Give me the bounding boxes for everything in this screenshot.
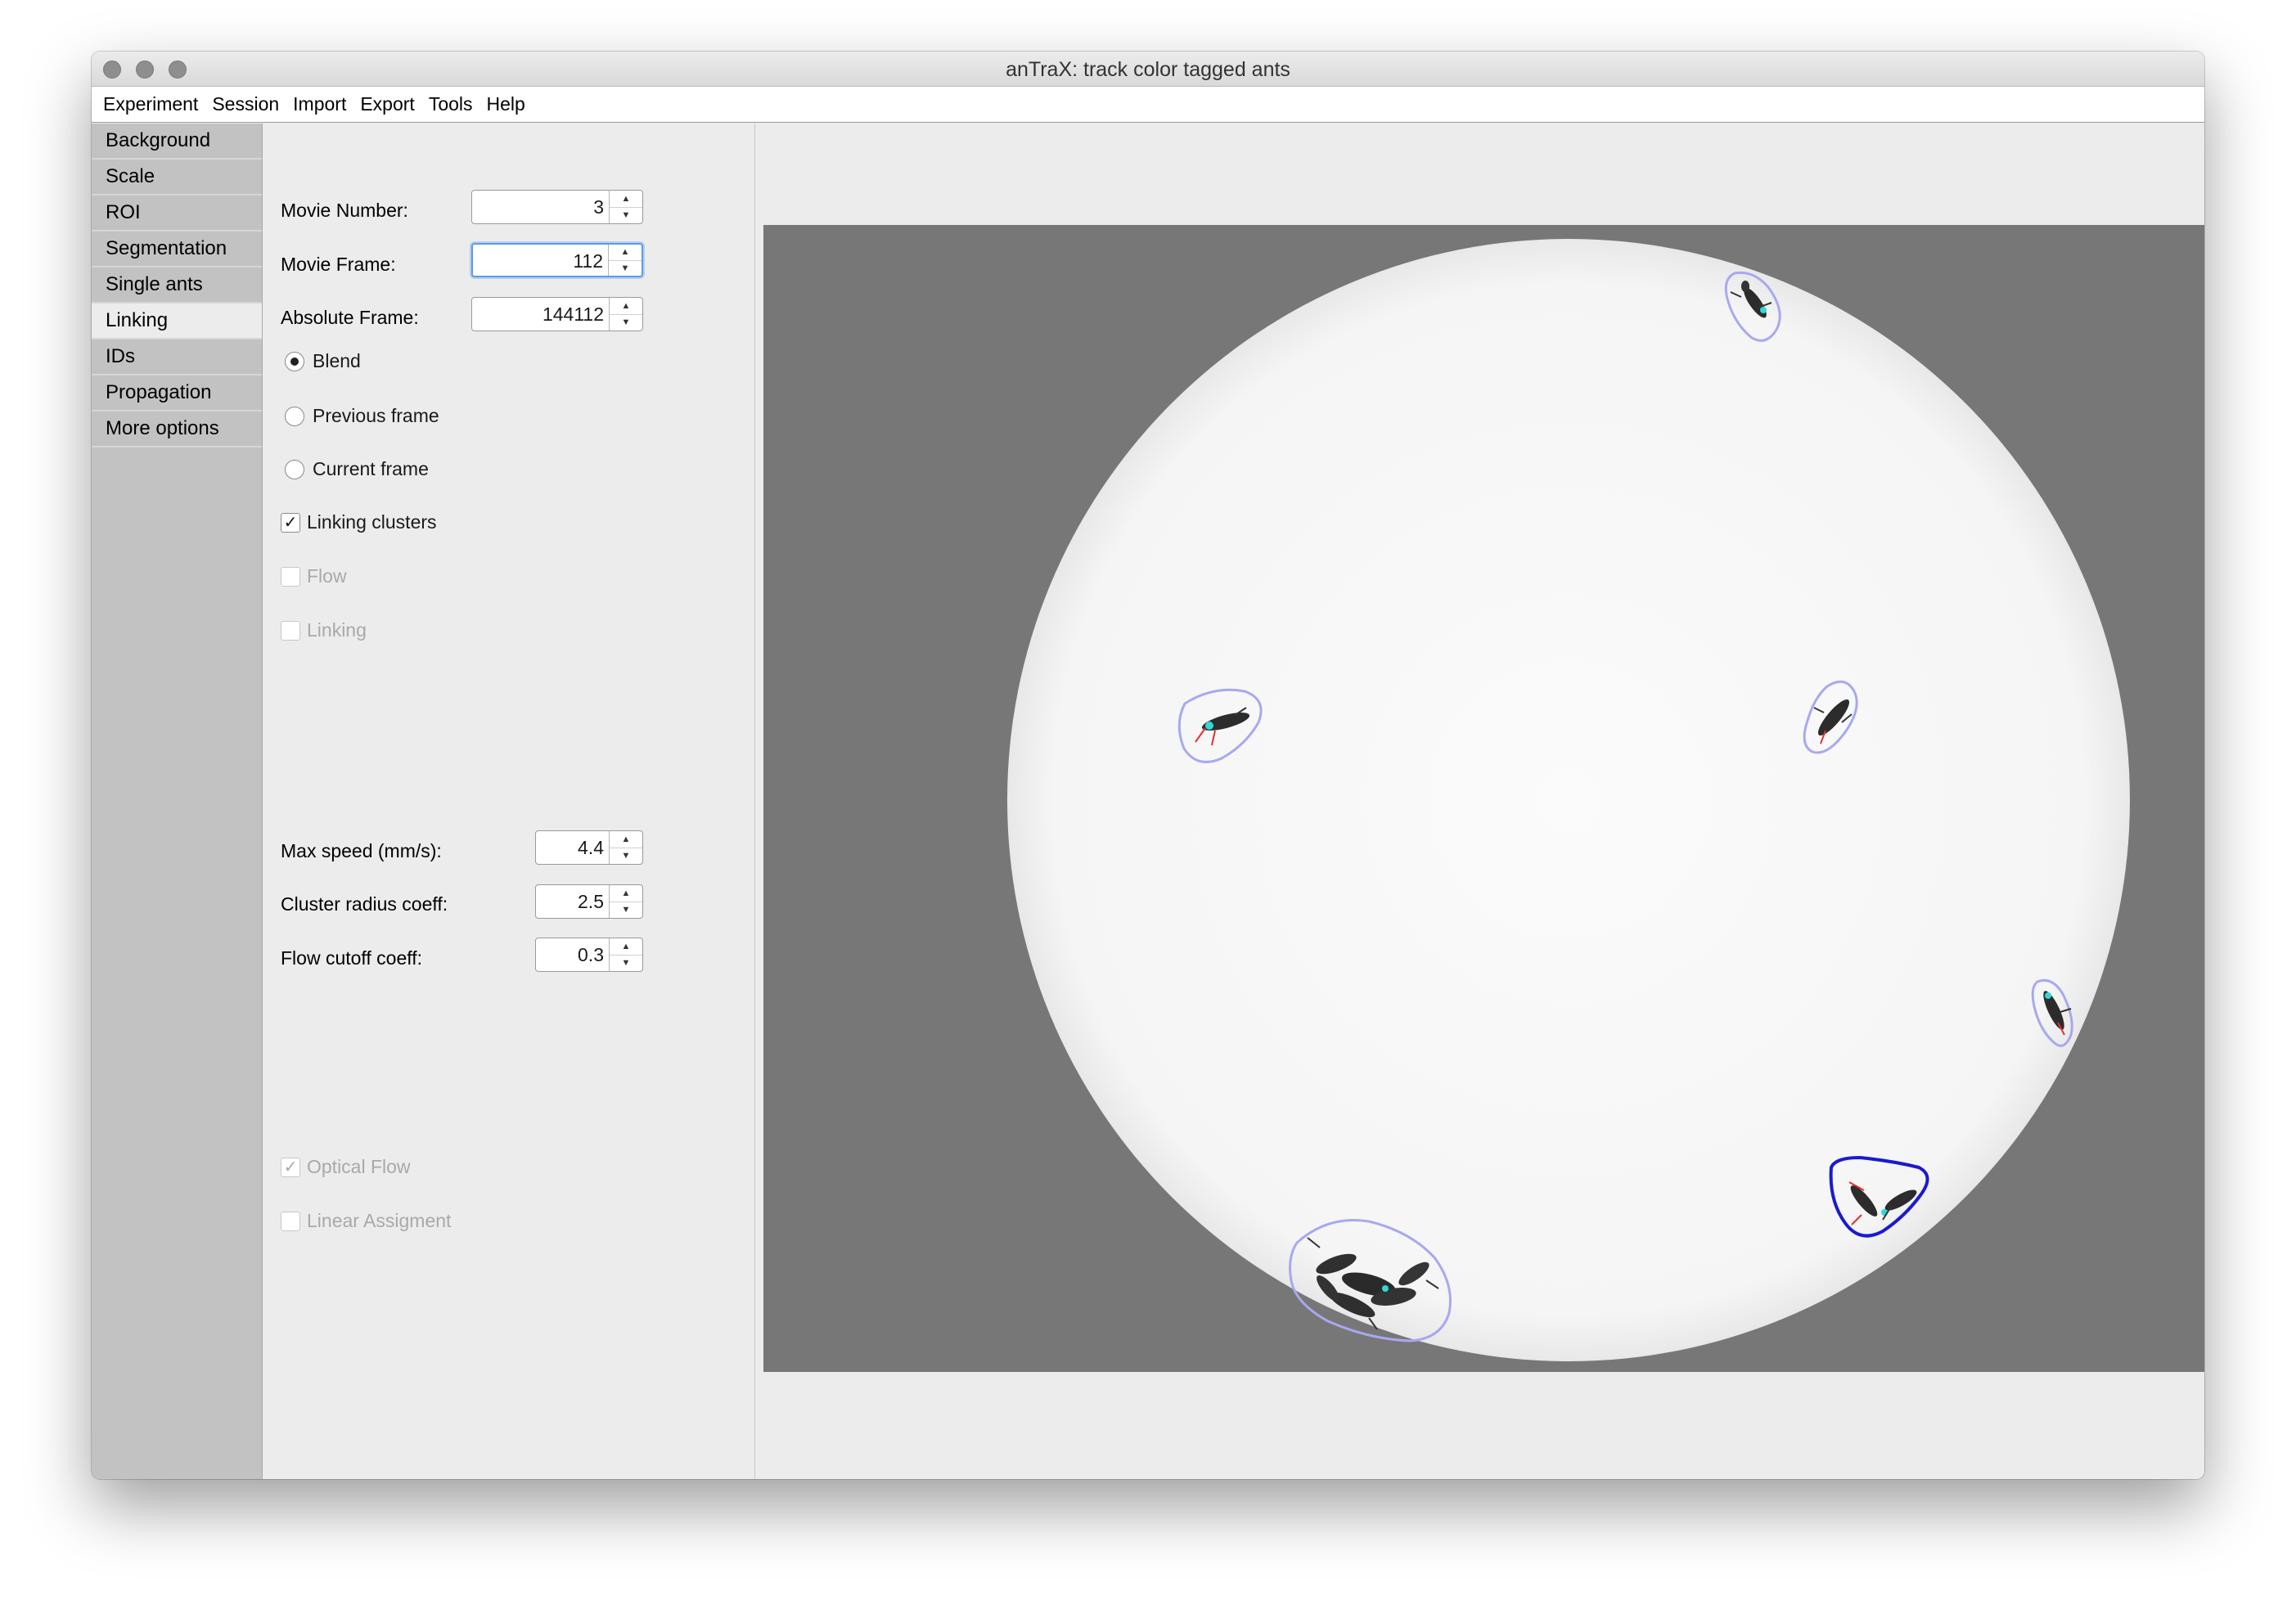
max-speed-value[interactable]: 4.4 <box>536 831 609 864</box>
checkbox-empty-icon <box>281 566 300 587</box>
linking-controls-panel: Movie Number: 3 ▲ ▼ Movie Frame: 112 ▲ ▼ A… <box>263 124 755 1479</box>
increment-icon[interactable]: ▲ <box>609 245 642 261</box>
max-speed-stepper[interactable]: 4.4 ▲ ▼ <box>535 830 643 865</box>
sidebar-item-single-ants[interactable]: Single ants <box>92 268 262 304</box>
linear-assigment-checkbox: Linear Assigment <box>281 1210 451 1232</box>
previous-frame-radio-label: Previous frame <box>313 405 439 426</box>
linking-checkbox: Linking <box>281 619 367 641</box>
sidebar-item-propagation[interactable]: Propagation <box>92 376 262 411</box>
optical-flow-checkbox: ✓ Optical Flow <box>281 1156 411 1178</box>
sidebar-item-scale[interactable]: Scale <box>92 160 262 196</box>
absolute-frame-label: Absolute Frame: <box>281 307 419 328</box>
sidebar-item-more-options[interactable]: More options <box>92 411 262 447</box>
optical-flow-label: Optical Flow <box>307 1156 411 1177</box>
increment-icon[interactable]: ▲ <box>610 938 642 956</box>
menu-tools[interactable]: Tools <box>429 93 473 115</box>
radio-selected-icon[interactable] <box>285 351 304 371</box>
previous-frame-radio[interactable]: Previous frame <box>285 405 439 427</box>
window-title: anTraX: track color tagged ants <box>1006 58 1290 81</box>
checkbox-empty-icon <box>281 1211 300 1231</box>
absolute-frame-value[interactable]: 144112 <box>472 298 609 331</box>
flow-checkbox: Flow <box>281 565 347 587</box>
app-window: anTraX: track color tagged ants Experime… <box>92 52 2204 1479</box>
sidebar-item-background[interactable]: Background <box>92 124 262 160</box>
current-frame-radio-label: Current frame <box>313 458 429 479</box>
cluster-radius-value[interactable]: 2.5 <box>536 885 609 918</box>
menu-bar: Experiment Session Import Export Tools H… <box>92 87 2204 123</box>
linking-clusters-checkbox[interactable]: ✓ Linking clusters <box>281 511 437 533</box>
menu-session[interactable]: Session <box>212 93 279 115</box>
decrement-icon[interactable]: ▼ <box>610 956 642 972</box>
checkbox-empty-icon <box>281 620 300 641</box>
flow-cutoff-label: Flow cutoff coeff: <box>281 947 423 969</box>
current-frame-radio[interactable]: Current frame <box>285 458 429 480</box>
decrement-icon[interactable]: ▼ <box>610 848 642 865</box>
cluster-radius-stepper[interactable]: 2.5 ▲ ▼ <box>535 884 643 919</box>
sidebar-item-segmentation[interactable]: Segmentation <box>92 232 262 268</box>
cluster-radius-label: Cluster radius coeff: <box>281 893 448 915</box>
linear-assigment-label: Linear Assigment <box>307 1210 452 1231</box>
sidebar: Background Scale ROI Segmentation Single… <box>92 124 263 1479</box>
movie-frame-value[interactable]: 112 <box>473 245 608 276</box>
sidebar-item-linking[interactable]: Linking <box>92 304 262 340</box>
arena-dish <box>1007 239 2130 1361</box>
movie-number-label: Movie Number: <box>281 200 408 221</box>
arena-canvas[interactable] <box>763 225 2204 1372</box>
movie-frame-label: Movie Frame: <box>281 254 396 275</box>
increment-icon[interactable]: ▲ <box>610 298 642 315</box>
menu-export[interactable]: Export <box>360 93 414 115</box>
flow-cutoff-value[interactable]: 0.3 <box>536 938 609 971</box>
flow-cutoff-stepper[interactable]: 0.3 ▲ ▼ <box>535 938 643 972</box>
increment-icon[interactable]: ▲ <box>610 191 642 208</box>
radio-unselected-icon[interactable] <box>285 406 304 426</box>
sidebar-item-roi[interactable]: ROI <box>92 196 262 232</box>
title-bar[interactable]: anTraX: track color tagged ants <box>92 52 2204 87</box>
menu-help[interactable]: Help <box>487 93 525 115</box>
movie-frame-stepper[interactable]: 112 ▲ ▼ <box>471 243 643 277</box>
arena-image[interactable] <box>763 225 2204 1372</box>
movie-number-value[interactable]: 3 <box>472 191 609 223</box>
decrement-icon[interactable]: ▼ <box>610 208 642 224</box>
blend-radio[interactable]: Blend <box>285 350 361 372</box>
linking-label: Linking <box>307 619 367 641</box>
decrement-icon[interactable]: ▼ <box>610 902 642 919</box>
movie-number-stepper[interactable]: 3 ▲ ▼ <box>471 190 643 224</box>
absolute-frame-stepper[interactable]: 144112 ▲ ▼ <box>471 297 643 331</box>
increment-icon[interactable]: ▲ <box>610 885 642 902</box>
checkmark-icon[interactable]: ✓ <box>281 512 300 533</box>
sidebar-item-ids[interactable]: IDs <box>92 340 262 376</box>
increment-icon[interactable]: ▲ <box>610 831 642 848</box>
blend-radio-label: Blend <box>313 350 361 371</box>
menu-experiment[interactable]: Experiment <box>103 93 198 115</box>
menu-import[interactable]: Import <box>293 93 346 115</box>
checkmark-icon: ✓ <box>281 1157 300 1177</box>
linking-clusters-label: Linking clusters <box>307 511 437 533</box>
max-speed-label: Max speed (mm/s): <box>281 840 442 861</box>
decrement-icon[interactable]: ▼ <box>609 261 642 277</box>
flow-label: Flow <box>307 565 347 587</box>
radio-unselected-icon[interactable] <box>285 459 304 479</box>
image-view-panel <box>755 124 2204 1479</box>
decrement-icon[interactable]: ▼ <box>610 315 642 331</box>
